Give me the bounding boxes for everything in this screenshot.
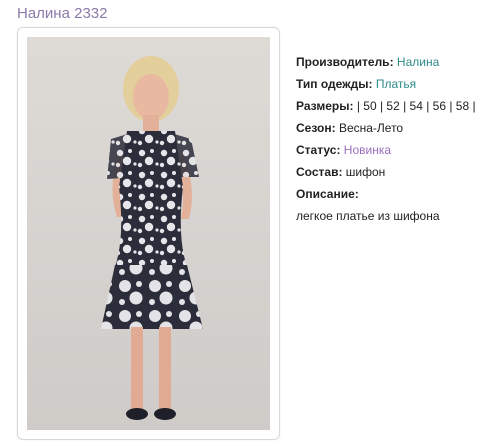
spec-label: Статус: [296,143,341,157]
dress-photo-icon [27,37,270,430]
spec-sizes: Размеры: | 50 | 52 | 54 | 56 | 58 | [296,95,504,117]
composition-value: шифон [345,165,386,179]
spec-label: Состав: [296,165,343,179]
spec-description-label: Описание: [296,183,504,205]
page-title: Налина 2332 [17,5,108,22]
sizes-value: | 50 | 52 | 54 | 56 | 58 | [356,99,476,113]
spec-clothing-type: Тип одежды: Платья [296,73,504,95]
spec-composition: Состав: шифон [296,161,504,183]
spec-label: Тип одежды: [296,77,373,91]
product-photo[interactable] [27,37,270,430]
spec-label: Размеры: [296,99,354,113]
season-value: Весна-Лето [338,121,404,135]
status-badge: Новинка [343,143,392,157]
manufacturer-link[interactable]: Налина [397,55,439,69]
spec-status: Статус: Новинка [296,139,504,161]
spec-label: Описание: [296,187,359,201]
clothing-type-link[interactable]: Платья [376,77,416,91]
product-photo-frame [17,27,280,440]
spec-description-text: легкое платье из шифона [296,205,504,227]
spec-manufacturer: Производитель: Налина [296,51,504,73]
product-specs: Производитель: Налина Тип одежды: Платья… [296,51,504,227]
spec-label: Сезон: [296,121,336,135]
spec-season: Сезон: Весна-Лето [296,117,504,139]
spec-label: Производитель: [296,55,394,69]
description-value: легкое платье из шифона [296,209,440,223]
